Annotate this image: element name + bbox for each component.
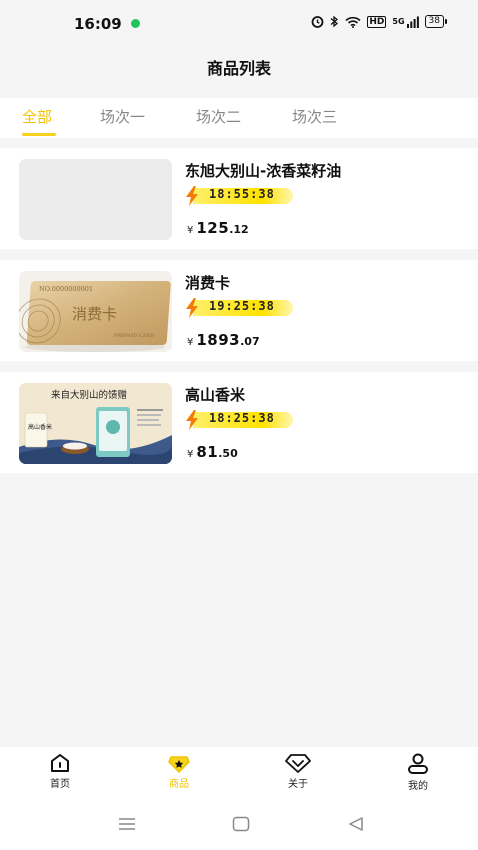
- product-list: 东旭大别山-浓香菜籽油 18:55:38 ¥125.12 NO.00000000…: [0, 148, 478, 484]
- battery-level: 38: [428, 16, 440, 26]
- menu-icon[interactable]: [118, 816, 136, 832]
- tabbar-label: 关于: [288, 779, 308, 790]
- price-integer: 1893: [196, 331, 241, 349]
- product-card[interactable]: NO.0000000001 消费卡 PREPAID CARD 消费卡 19:25…: [0, 260, 478, 361]
- product-image-prepaid-card: NO.0000000001 消费卡 PREPAID CARD: [19, 271, 172, 352]
- product-name: 消费卡: [185, 274, 231, 292]
- countdown-timer: 18:55:38: [185, 186, 300, 206]
- lightning-icon: [186, 410, 198, 430]
- system-nav-bar: [0, 802, 478, 850]
- price-decimal: .12: [229, 223, 249, 236]
- bluetooth-icon: [330, 15, 339, 28]
- diamond-icon: [285, 754, 311, 773]
- currency-symbol: ¥: [187, 337, 194, 348]
- tab-label: 全部: [22, 108, 53, 126]
- status-icons: HD 5G 38: [311, 15, 448, 28]
- session-tabs: 全部 场次一 场次二 场次三: [0, 98, 478, 138]
- price-integer: 81: [196, 443, 219, 461]
- countdown-text: 18:25:38: [209, 411, 275, 425]
- tabbar-item-mine[interactable]: 我的: [388, 753, 448, 792]
- bottom-tab-bar: 首页 商品 关于 我的: [0, 747, 478, 802]
- product-name: 东旭大别山-浓香菜籽油: [185, 162, 342, 180]
- home-square-icon[interactable]: [232, 816, 250, 832]
- lightning-icon: [186, 298, 198, 318]
- card-title: 消费卡: [72, 305, 117, 323]
- price-integer: 125: [196, 219, 230, 237]
- tab-session-1[interactable]: 场次一: [100, 98, 145, 138]
- tabbar-label: 首页: [50, 779, 70, 790]
- page-title: 商品列表: [206, 59, 271, 78]
- product-name: 高山香米: [185, 386, 246, 404]
- lightning-icon: [186, 186, 198, 206]
- network-type: 5G: [392, 17, 405, 26]
- countdown-timer: 19:25:38: [185, 298, 300, 318]
- countdown-text: 19:25:38: [209, 299, 275, 313]
- back-icon[interactable]: [347, 816, 365, 832]
- price-decimal: .50: [218, 447, 238, 460]
- home-icon: [51, 754, 69, 772]
- status-bar: 16:09 HD 5G 38: [0, 0, 478, 46]
- signal-icon: [406, 16, 419, 28]
- battery-icon: 38: [424, 15, 448, 28]
- product-image-rice-bag: 来自大别山的馈赠 高山香米: [19, 383, 172, 464]
- tab-all[interactable]: 全部: [22, 98, 56, 138]
- currency-symbol: ¥: [187, 225, 194, 236]
- wifi-icon: [345, 16, 361, 28]
- product-card[interactable]: 来自大别山的馈赠 高山香米 高山香米 18:25:38 ¥ 81.50: [0, 372, 478, 473]
- banner-text: 来自大别山的馈赠: [51, 389, 127, 401]
- product-price: ¥1893.07: [187, 330, 260, 349]
- product-price: ¥125.12: [187, 218, 249, 237]
- tabbar-label: 我的: [408, 781, 428, 792]
- alarm-icon: [311, 16, 324, 28]
- status-time: 16:09: [74, 15, 122, 33]
- countdown-timer: 18:25:38: [185, 410, 300, 430]
- product-price: ¥81.50: [187, 442, 238, 461]
- hd-icon: HD: [367, 15, 387, 28]
- tab-session-3[interactable]: 场次三: [292, 98, 337, 138]
- tab-active-indicator: [22, 133, 56, 136]
- card-caption: PREPAID CARD: [114, 333, 154, 339]
- goods-icon: [168, 756, 190, 773]
- product-image-placeholder: [19, 159, 172, 240]
- price-decimal: .07: [240, 335, 260, 348]
- tabbar-label: 商品: [169, 779, 189, 790]
- tabbar-item-home[interactable]: 首页: [30, 753, 90, 790]
- bag-label: 高山香米: [28, 423, 52, 431]
- wechat-notification-icon: [131, 19, 140, 28]
- countdown-text: 18:55:38: [209, 187, 275, 201]
- page-header: 商品列表: [0, 46, 478, 98]
- tabbar-item-about[interactable]: 关于: [268, 753, 328, 790]
- user-icon: [408, 753, 428, 774]
- product-card[interactable]: 东旭大别山-浓香菜籽油 18:55:38 ¥125.12: [0, 148, 478, 249]
- card-number: NO.0000000001: [39, 285, 93, 293]
- currency-symbol: ¥: [187, 449, 194, 460]
- tabbar-item-goods[interactable]: 商品: [149, 753, 209, 790]
- tab-session-2[interactable]: 场次二: [196, 98, 241, 138]
